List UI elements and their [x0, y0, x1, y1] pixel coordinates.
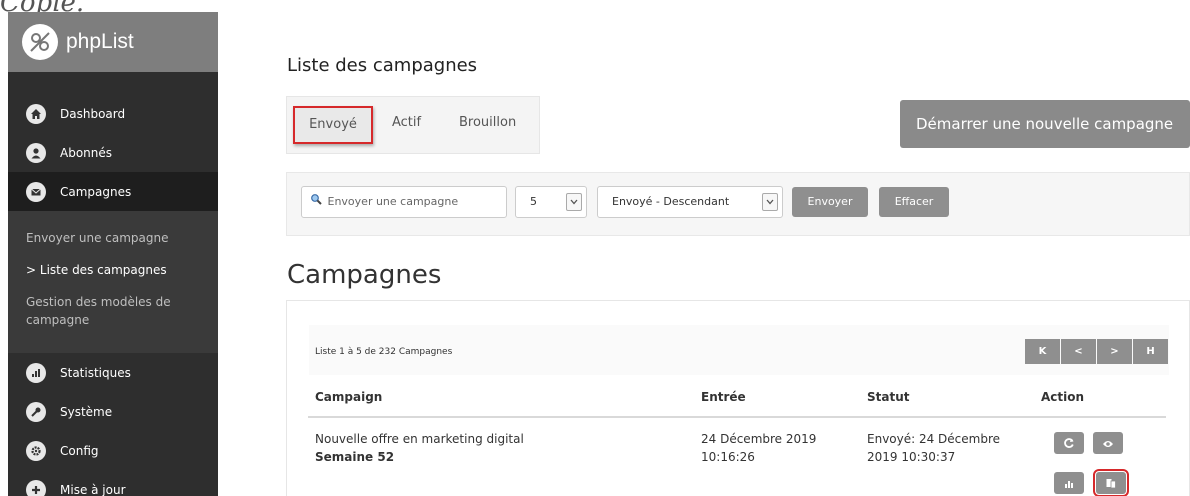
campaign-subtitle: Semaine 52	[315, 450, 395, 464]
page-title: Liste des campagnes	[287, 55, 478, 76]
chevron-down-icon	[762, 193, 778, 211]
resend-button[interactable]	[1054, 432, 1084, 454]
subitem-envoyer-campagne[interactable]: Envoyer une campagne	[8, 229, 218, 247]
user-icon	[26, 142, 46, 163]
gear-icon	[26, 440, 46, 461]
column-header-statut[interactable]: Statut	[867, 390, 910, 404]
bar-chart-icon	[26, 362, 46, 383]
view-button[interactable]	[1093, 432, 1123, 454]
wrench-icon	[26, 401, 46, 422]
plus-icon	[26, 479, 46, 496]
tab-envoye[interactable]: Envoyé	[293, 106, 373, 144]
campagnes-submenu: Envoyer une campagne > Liste des campagn…	[8, 211, 218, 353]
pager: K < > H	[1025, 339, 1169, 364]
logo-bar[interactable]: phpList	[8, 12, 218, 72]
sidebar: phpList Dashboard Abonnés Campagnes Envo…	[8, 12, 218, 496]
next-page-button[interactable]: >	[1097, 339, 1132, 364]
sidebar-nav: Dashboard Abonnés Campagnes Envoyer une …	[8, 72, 218, 496]
per-page-value: 5	[530, 195, 537, 208]
column-header-entree[interactable]: Entrée	[701, 390, 746, 404]
sidebar-item-label: Abonnés	[60, 145, 113, 160]
pager-row: Liste 1 à 5 de 232 Campagnes K < > H	[309, 325, 1169, 375]
tab-brouillon[interactable]: Brouillon	[459, 106, 516, 140]
campaign-title: Nouvelle offre en marketing digital	[315, 432, 524, 446]
eye-icon	[1102, 434, 1114, 453]
sidebar-item-label: Mise à jour	[60, 482, 126, 496]
entry-date: 24 Décembre 2019	[701, 432, 817, 446]
chevron-down-icon	[566, 193, 582, 211]
sidebar-item-statistiques[interactable]: Statistiques	[8, 353, 218, 392]
tab-actif[interactable]: Actif	[392, 106, 421, 140]
last-page-button[interactable]: H	[1133, 339, 1168, 364]
sidebar-item-systeme[interactable]: Système	[8, 392, 218, 431]
entry-cell: 24 Décembre 2019 10:16:26	[701, 430, 816, 466]
phplist-logo-icon	[22, 24, 58, 60]
search-placeholder: Envoyer une campagne	[327, 195, 459, 208]
status-line-2: 2019 10:30:37	[867, 450, 956, 464]
sidebar-item-config[interactable]: Config	[8, 431, 218, 470]
entry-time: 10:16:26	[701, 450, 755, 464]
sidebar-item-campagnes[interactable]: Campagnes	[8, 172, 218, 211]
sort-value: Envoyé - Descendant	[612, 195, 730, 208]
subitem-gestion-modeles[interactable]: Gestion des modèles de campagne	[8, 293, 218, 329]
campaign-name-cell[interactable]: Nouvelle offre en marketing digital Sema…	[315, 430, 524, 466]
statistics-button[interactable]	[1054, 472, 1084, 494]
home-icon	[26, 103, 46, 124]
copy-campaign-button[interactable]	[1093, 469, 1129, 496]
sidebar-item-label: Campagnes	[60, 184, 132, 199]
new-campaign-button[interactable]: Démarrer une nouvelle campagne	[900, 100, 1190, 148]
search-input[interactable]: Envoyer une campagne	[301, 186, 507, 218]
first-page-button[interactable]: K	[1025, 339, 1060, 364]
column-header-action: Action	[1041, 390, 1085, 404]
column-header-campaign[interactable]: Campaign	[315, 390, 382, 404]
sidebar-item-label: Dashboard	[60, 106, 126, 121]
copy-icon	[1105, 474, 1117, 493]
prev-page-button[interactable]: <	[1061, 339, 1096, 364]
sidebar-item-dashboard[interactable]: Dashboard	[8, 94, 218, 133]
refresh-icon	[1063, 434, 1075, 453]
subitem-liste-campagnes[interactable]: > Liste des campagnes	[8, 261, 218, 279]
current-marker: >	[26, 263, 37, 277]
envelope-icon	[26, 181, 46, 202]
sort-select[interactable]: Envoyé - Descendant	[597, 186, 783, 218]
campaign-tabs: Envoyé Actif Brouillon	[286, 96, 540, 154]
sidebar-item-label: Config	[60, 443, 99, 458]
subitem-label: Liste des campagnes	[39, 263, 167, 277]
header-divider	[308, 416, 1166, 418]
submit-filter-button[interactable]: Envoyer	[792, 187, 868, 217]
per-page-select[interactable]: 5	[515, 186, 587, 218]
status-line-1: Envoyé: 24 Décembre	[867, 432, 1001, 446]
search-icon	[310, 187, 322, 217]
sidebar-item-label: Statistiques	[60, 365, 131, 380]
status-cell: Envoyé: 24 Décembre 2019 10:30:37	[867, 430, 1000, 466]
section-title: Campagnes	[287, 260, 442, 290]
sidebar-item-mise-a-jour[interactable]: Mise à jour	[8, 470, 218, 496]
filter-bar: Envoyer une campagne 5 Envoyé - Descenda…	[286, 172, 1190, 236]
app-name: phpList	[66, 30, 134, 53]
list-info: Liste 1 à 5 de 232 Campagnes	[315, 347, 453, 357]
bar-chart-icon	[1063, 474, 1075, 493]
clear-filter-button[interactable]: Effacer	[879, 187, 949, 217]
sidebar-item-label: Système	[60, 404, 113, 419]
sidebar-item-abonnes[interactable]: Abonnés	[8, 133, 218, 172]
